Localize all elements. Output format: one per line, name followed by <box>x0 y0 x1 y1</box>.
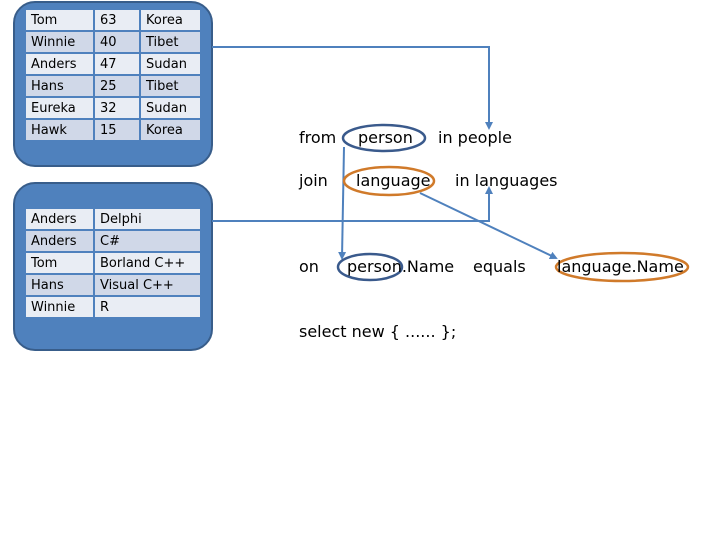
from-keyword: from <box>299 128 337 147</box>
people-arrow <box>212 46 493 130</box>
person-to-key-arrow <box>338 146 347 260</box>
on-keyword: on <box>299 257 319 276</box>
join-keyword: join <box>299 171 328 190</box>
select-clause: select new { ...... }; <box>299 322 457 341</box>
languages-arrow <box>212 186 493 222</box>
join-variable: language <box>356 171 431 190</box>
equals-keyword: equals <box>473 257 526 276</box>
from-variable: person <box>358 128 413 147</box>
join-source: in languages <box>455 171 558 190</box>
on-right-key: language.Name <box>557 257 684 276</box>
on-left-key: person.Name <box>347 257 455 276</box>
from-source: in people <box>438 128 512 147</box>
